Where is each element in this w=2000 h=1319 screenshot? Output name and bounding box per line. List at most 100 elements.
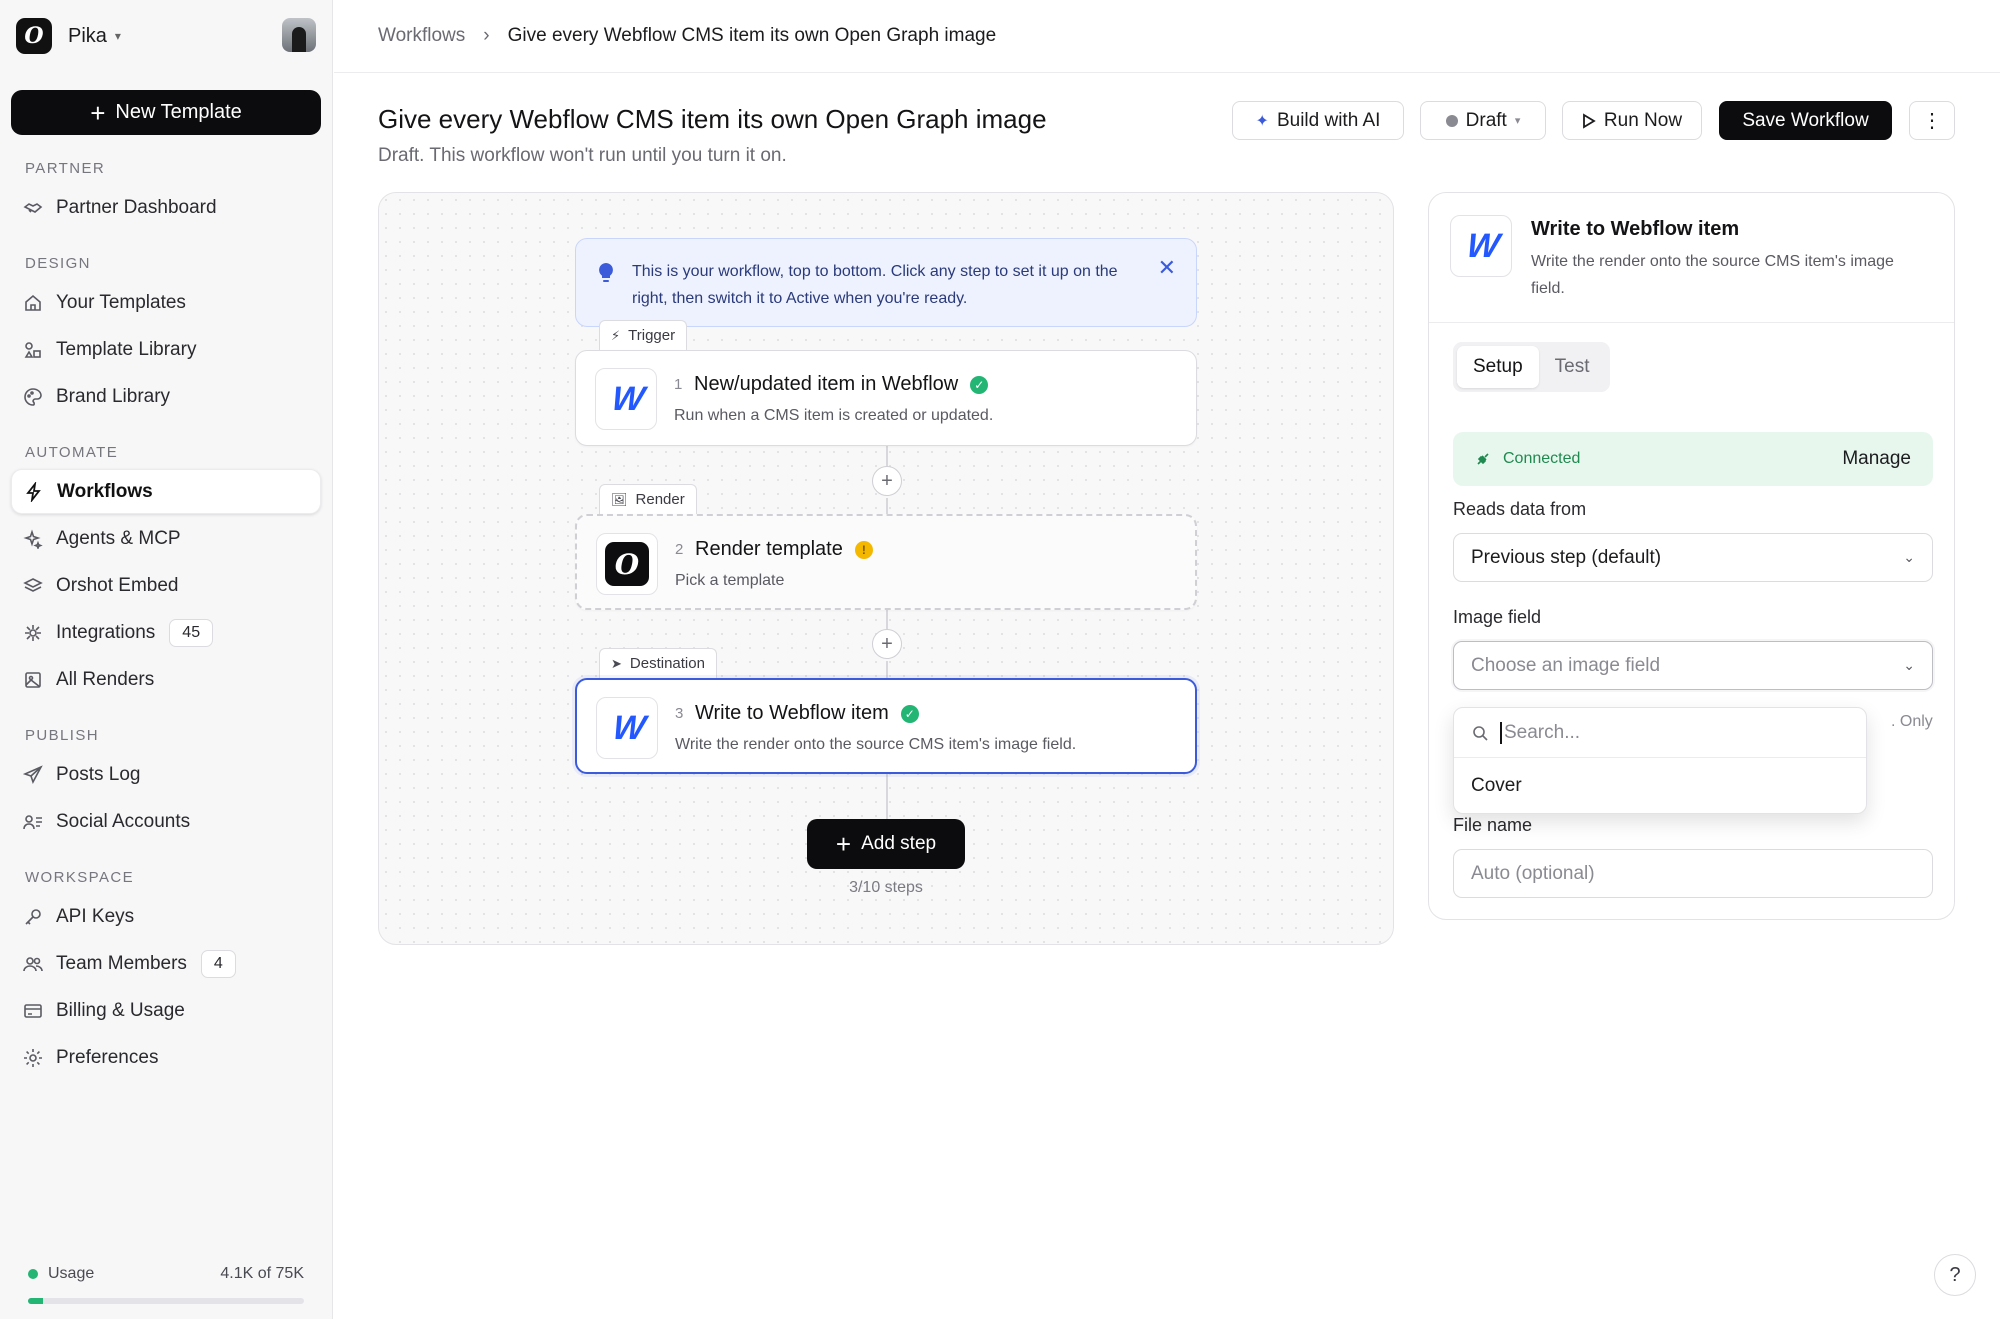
section-design: DESIGN [25,255,91,272]
avatar[interactable] [282,18,316,52]
add-step-button[interactable]: + Add step [807,819,965,869]
panel-description: Write the render onto the source CMS ite… [1531,253,1894,297]
breadcrumb-workflows-link[interactable]: Workflows [378,25,465,47]
status-select[interactable]: Draft ▾ [1420,101,1546,140]
sidebar-item-label: Agents & MCP [56,527,181,549]
sidebar-item-label: Team Members [56,952,187,974]
sidebar-item-label: Workflows [57,480,153,502]
sidebar-item-template-library[interactable]: Template Library [11,327,321,372]
sidebar-item-orshot-embed[interactable]: Orshot Embed [11,563,321,608]
new-template-button[interactable]: + New Template [11,90,321,135]
webflow-logo-icon: W [595,368,657,430]
orshot-logo-icon: O [16,18,52,54]
build-with-ai-button[interactable]: ✦ Build with AI [1232,101,1404,140]
page-subtitle: Draft. This workflow won't run until you… [378,145,787,166]
connected-label: Connected [1503,450,1581,467]
run-now-button[interactable]: Run Now [1562,101,1702,140]
page-title: Give every Webflow CMS item its own Open… [378,104,1047,134]
workspace-switcher[interactable]: O Pika ▾ [16,18,316,54]
step-tag-label: Render [635,491,685,508]
dropdown-option[interactable]: Cover [1471,775,1522,797]
sidebar-item-preferences[interactable]: Preferences [11,1035,321,1080]
sidebar-item-brand-library[interactable]: Brand Library [11,374,321,419]
bolt-icon: ⚡ [611,327,621,343]
chevron-down-icon: ⌄ [1903,657,1915,673]
sidebar-item-all-renders[interactable]: All Renders [11,657,321,702]
sidebar-item-your-templates[interactable]: Your Templates [11,280,321,325]
build-with-ai-label: Build with AI [1276,109,1381,131]
usage-bar [28,1298,304,1304]
step-tag-label: Trigger [628,327,676,344]
step-description: Run when a CMS item is created or update… [674,407,994,424]
breadcrumb: Workflows › Give every Webflow CMS item … [334,0,2000,73]
sidebar-item-workflows[interactable]: Workflows [11,469,321,514]
sparkle-icon: ✦ [1255,112,1269,130]
image-icon [22,669,44,691]
sidebar-item-posts-log[interactable]: Posts Log [11,752,321,797]
image-field-select[interactable]: Choose an image field ⌄ [1453,641,1933,690]
sidebar-item-api-keys[interactable]: API Keys [11,894,321,939]
close-icon[interactable]: ✕ [1158,255,1176,281]
sidebar-item-label: Partner Dashboard [56,196,217,218]
chevron-down-icon: ⌄ [1903,549,1915,565]
breadcrumb-current: Give every Webflow CMS item its own Open… [507,25,997,46]
sidebar-item-partner-dashboard[interactable]: Partner Dashboard [11,185,321,230]
run-now-label: Run Now [1603,109,1683,131]
usage-label: Usage [48,1265,95,1282]
check-circle-icon: ✓ [900,704,919,723]
help-button[interactable]: ? [1934,1254,1976,1296]
team-count-badge: 4 [200,949,236,978]
step-title: Write to Webflow item [695,702,889,724]
manage-connection-link[interactable]: Manage [1842,448,1911,470]
panel-header: W Write to Webflow item Write the render… [1429,193,1954,323]
send-icon: ➤ [611,655,622,671]
insert-step-button[interactable]: + [872,629,902,659]
card-icon [22,1000,44,1022]
reads-data-value: Previous step (default) [1471,546,1662,568]
reads-data-select[interactable]: Previous step (default) ⌄ [1453,533,1933,582]
panel-title: Write to Webflow item [1531,218,1740,240]
tab-test[interactable]: Test [1539,346,1606,388]
usage-meter[interactable]: Usage 4.1K of 75K [28,1265,304,1304]
step-tag-render: 🖼 Render [599,484,697,514]
sidebar-item-billing-usage[interactable]: Billing & Usage [11,988,321,1033]
tab-setup[interactable]: Setup [1457,346,1539,388]
file-name-input[interactable] [1453,849,1933,898]
sidebar-item-integrations[interactable]: Integrations 45 [11,610,321,655]
workflow-step-destination[interactable]: W 3 Write to Webflow item ✓ Write the re… [575,678,1197,774]
chevron-right-icon: › [483,25,490,46]
sidebar-item-social-accounts[interactable]: Social Accounts [11,799,321,844]
more-options-button[interactable]: ⋮ [1909,101,1955,140]
dropdown-search [1454,708,1866,758]
sidebar-item-label: Orshot Embed [56,574,179,596]
orshot-logo-icon: O [596,533,658,595]
image-field-placeholder: Choose an image field [1471,654,1661,676]
step-title: New/updated item in Webflow [694,373,959,395]
save-workflow-button[interactable]: Save Workflow [1719,101,1892,140]
connection-status: Connected Manage [1453,432,1933,486]
shapes-icon [22,339,44,361]
sidebar-item-label: Your Templates [56,291,186,313]
workflow-step-render[interactable]: O 2 Render template ! Pick a template [575,514,1197,610]
home-icon [22,292,44,314]
plug-icon [22,622,44,644]
lightbulb-icon [596,261,616,285]
step-number: 1 [674,376,683,393]
step-tag-destination: ➤ Destination [599,648,717,678]
users-list-icon [22,811,44,833]
workflow-step-trigger[interactable]: W 1 New/updated item in Webflow ✓ Run wh… [575,350,1197,446]
dropdown-search-input[interactable] [1500,721,1830,744]
sidebar-item-label: Social Accounts [56,810,191,832]
play-icon [1582,112,1596,129]
webflow-logo-icon: W [1450,215,1512,277]
sidebar-item-team-members[interactable]: Team Members 4 [11,941,321,986]
search-icon [1472,725,1488,741]
sidebar-item-label: API Keys [56,905,135,927]
layers-icon [22,575,44,597]
sidebar-item-agents-mcp[interactable]: Agents & MCP [11,516,321,561]
sidebar-item-label: Integrations [56,621,156,643]
step-connector [886,774,888,819]
insert-step-button[interactable]: + [872,466,902,496]
step-tag-label: Destination [629,655,705,672]
usage-bar-fill [28,1298,44,1304]
